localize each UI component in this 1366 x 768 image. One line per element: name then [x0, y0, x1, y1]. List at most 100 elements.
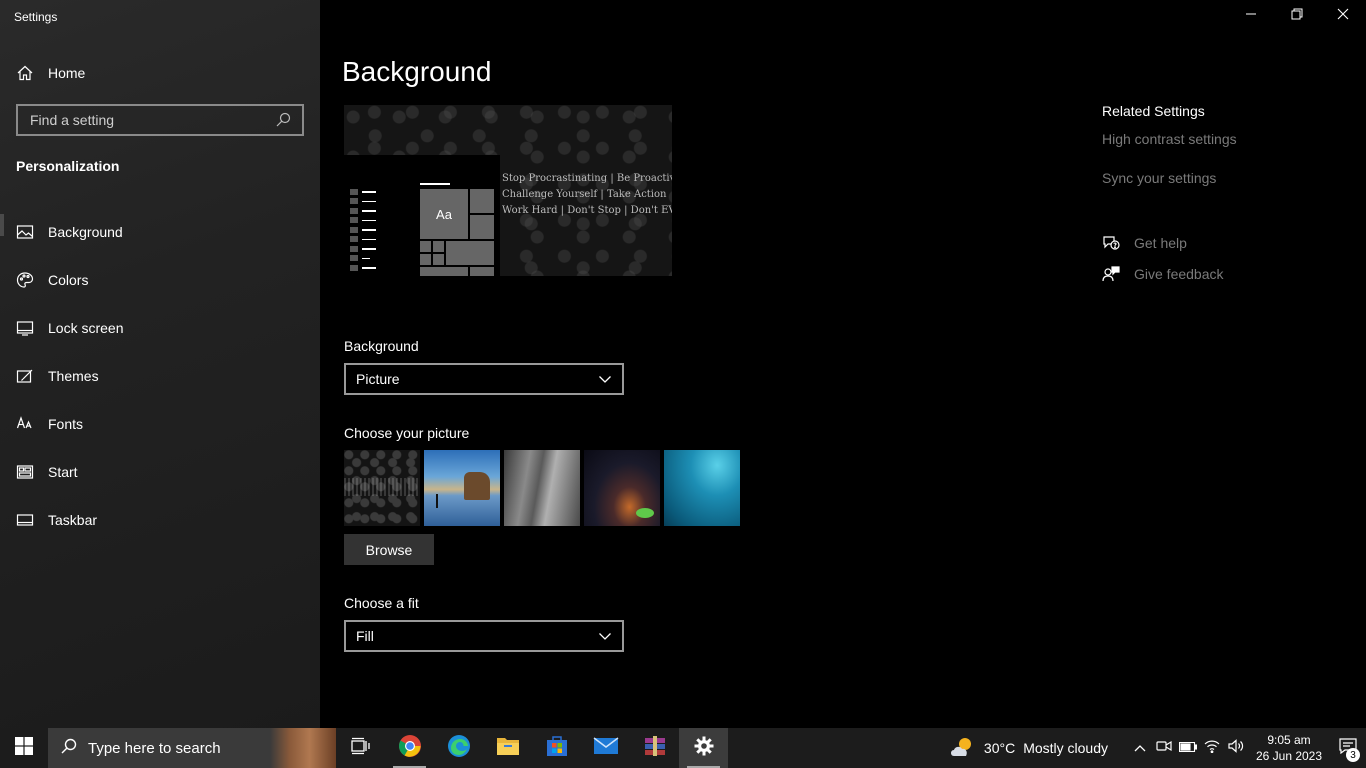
camera-icon	[1156, 739, 1172, 758]
sidebar-item-label: Fonts	[48, 416, 84, 432]
wallpaper-line: Work Hard | Don't Stop | Don't EVER Quit	[502, 205, 672, 216]
chevron-up-icon	[1134, 739, 1146, 757]
store-taskbar-button[interactable]	[532, 728, 581, 768]
find-setting-input[interactable]	[28, 111, 258, 129]
background-type-dropdown[interactable]: Picture	[344, 363, 624, 395]
find-setting-search[interactable]	[16, 104, 304, 136]
taskbar: Type here to search 30°C Mostly cloudy 9…	[0, 728, 1366, 768]
choose-picture-label: Choose your picture	[344, 425, 470, 441]
fit-label: Choose a fit	[344, 595, 419, 611]
picture-thumbnail[interactable]	[424, 450, 500, 526]
sidebar-item-themes[interactable]: Themes	[0, 352, 320, 400]
sidebar-item-taskbar[interactable]: Taskbar	[0, 496, 320, 544]
dropdown-value: Fill	[356, 628, 374, 644]
home-label: Home	[48, 65, 86, 81]
help-chat-icon	[1102, 234, 1120, 252]
network-button[interactable]	[1200, 728, 1224, 768]
store-icon	[545, 734, 569, 763]
picture-thumbnail[interactable]	[664, 450, 740, 526]
taskbar-search[interactable]: Type here to search	[48, 728, 336, 768]
sidebar-item-label: Start	[48, 464, 78, 480]
sidebar-item-start[interactable]: Start	[0, 448, 320, 496]
background-label: Background	[344, 338, 419, 354]
weather-widget[interactable]: 30°C Mostly cloudy	[948, 736, 1108, 761]
sync-settings-link[interactable]: Sync your settings	[1102, 170, 1216, 186]
windows-logo-icon	[15, 736, 33, 760]
close-button[interactable]	[1320, 0, 1366, 32]
task-view-icon	[350, 737, 371, 760]
wallpaper-line: Stop Procrastinating | Be Proactive | Ma…	[502, 173, 672, 184]
clock[interactable]: 9:05 am 26 Jun 2023	[1254, 732, 1324, 764]
sidebar: Settings Home Personalization Background…	[0, 0, 320, 728]
sidebar-item-colors[interactable]: Colors	[0, 256, 320, 304]
volume-button[interactable]	[1224, 728, 1248, 768]
fit-dropdown[interactable]: Fill	[344, 620, 624, 652]
window-controls	[1228, 0, 1366, 32]
start-button[interactable]	[0, 728, 48, 768]
get-help-link[interactable]: Get help	[1102, 234, 1187, 252]
sidebar-item-fonts[interactable]: Fonts	[0, 400, 320, 448]
gear-icon	[694, 736, 714, 761]
file-explorer-taskbar-button[interactable]	[483, 728, 532, 768]
edge-icon	[447, 734, 471, 763]
home-icon	[16, 64, 34, 82]
sidebar-item-background[interactable]: Background	[0, 208, 320, 256]
search-icon	[60, 737, 78, 759]
background-preview: Stop Procrastinating | Be Proactive | Ma…	[344, 105, 672, 276]
app-title: Settings	[14, 10, 58, 24]
sidebar-item-label: Themes	[48, 368, 99, 384]
picture-thumbnails	[344, 450, 740, 526]
sidebar-item-label: Lock screen	[48, 320, 124, 336]
preview-wallpaper-text: Stop Procrastinating | Be Proactive | Ma…	[502, 171, 672, 219]
give-feedback-label: Give feedback	[1134, 266, 1224, 282]
archive-books-icon	[643, 735, 667, 762]
sidebar-item-lock-screen[interactable]: Lock screen	[0, 304, 320, 352]
clock-time: 9:05 am	[1267, 733, 1311, 747]
chrome-taskbar-button[interactable]	[385, 728, 434, 768]
minimize-button[interactable]	[1228, 0, 1274, 32]
system-tray: 30°C Mostly cloudy 9:05 am 26 Jun 2023 3	[948, 728, 1366, 768]
action-center-button[interactable]: 3	[1330, 728, 1366, 768]
weather-temperature: 30°C	[983, 740, 1016, 756]
related-settings-title: Related Settings	[1102, 103, 1205, 119]
show-hidden-icons-button[interactable]	[1128, 728, 1152, 768]
preview-tiles: Aa	[420, 189, 494, 276]
speaker-icon	[1228, 738, 1244, 758]
preview-start-menu: Aa	[344, 155, 500, 276]
folder-icon	[496, 735, 520, 762]
weather-condition: Mostly cloudy	[1023, 740, 1108, 756]
chevron-down-icon	[598, 628, 612, 644]
lock-screen-icon	[16, 319, 34, 337]
mail-icon	[593, 736, 619, 761]
browse-button[interactable]: Browse	[344, 534, 434, 565]
search-icon[interactable]	[274, 111, 292, 129]
settings-taskbar-button[interactable]	[679, 728, 728, 768]
taskbar-icon	[16, 511, 34, 529]
mail-taskbar-button[interactable]	[581, 728, 630, 768]
give-feedback-link[interactable]: Give feedback	[1102, 265, 1224, 283]
page-title: Background	[342, 56, 492, 87]
meet-now-button[interactable]	[1152, 728, 1176, 768]
fonts-icon	[16, 415, 34, 433]
task-view-button[interactable]	[336, 728, 385, 768]
picture-thumbnail[interactable]	[504, 450, 580, 526]
picture-thumbnail[interactable]	[584, 450, 660, 526]
winrar-taskbar-button[interactable]	[630, 728, 679, 768]
chrome-icon	[398, 734, 422, 763]
edge-taskbar-button[interactable]	[434, 728, 483, 768]
picture-thumbnail[interactable]	[344, 450, 420, 526]
high-contrast-link[interactable]: High contrast settings	[1102, 131, 1237, 147]
restore-button[interactable]	[1274, 0, 1320, 32]
preview-app-list	[350, 187, 380, 273]
palette-icon	[16, 271, 34, 289]
wifi-icon	[1204, 739, 1220, 758]
battery-icon	[1178, 739, 1198, 757]
home-link[interactable]: Home	[16, 62, 85, 84]
battery-button[interactable]	[1176, 728, 1200, 768]
sidebar-item-label: Colors	[48, 272, 89, 288]
related-settings: Related Settings High contrast settings …	[1102, 103, 1322, 282]
taskbar-search-placeholder: Type here to search	[88, 739, 221, 757]
wallpaper-line: Challenge Yourself | Take Action	[502, 189, 667, 200]
restore-icon	[1291, 7, 1303, 25]
clock-date: 26 Jun 2023	[1255, 749, 1323, 763]
